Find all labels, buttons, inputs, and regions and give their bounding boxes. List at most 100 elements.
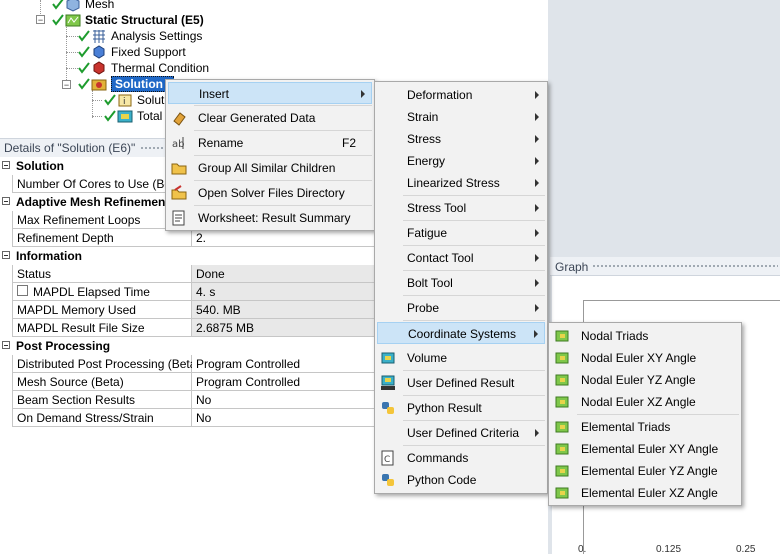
collapse-icon[interactable] bbox=[2, 161, 10, 169]
graph-title-bar: Graph bbox=[550, 257, 780, 276]
tree-node-thermal-condition[interactable]: Thermal Condition bbox=[78, 60, 209, 76]
menu-item-commands[interactable]: C Commands bbox=[377, 447, 545, 469]
parameter-checkbox[interactable] bbox=[17, 285, 28, 296]
tree-node-static-structural[interactable]: Static Structural (E5) bbox=[52, 12, 204, 28]
menu-item-bolt-tool[interactable]: Bolt Tool bbox=[377, 272, 545, 294]
property-value[interactable]: No bbox=[192, 391, 382, 409]
section-title: Solution bbox=[16, 159, 64, 173]
submenu-arrow-icon bbox=[535, 429, 539, 437]
details-row: Beam Section Results No bbox=[0, 391, 382, 409]
euler-angle-icon bbox=[555, 465, 569, 477]
details-row: Distributed Post Processing (Beta) Progr… bbox=[0, 355, 382, 373]
details-title: Details of "Solution (E6)" bbox=[4, 141, 136, 155]
open-folder-icon bbox=[171, 185, 187, 200]
tree-node-label: Static Structural (E5) bbox=[85, 13, 204, 27]
info-icon: i bbox=[118, 94, 132, 107]
menu-item-nodal-euler-yz-angle[interactable]: Nodal Euler YZ Angle bbox=[551, 369, 739, 391]
property-value[interactable]: Program Controlled bbox=[192, 355, 382, 373]
collapse-toggle[interactable]: − bbox=[62, 80, 71, 90]
menu-item-insert[interactable]: Insert bbox=[168, 82, 372, 104]
menu-item-nodal-euler-xz-angle[interactable]: Nodal Euler XZ Angle bbox=[551, 391, 739, 413]
check-icon bbox=[78, 30, 90, 42]
property-label: MAPDL Result File Size bbox=[12, 319, 192, 337]
menu-item-volume[interactable]: Volume bbox=[377, 347, 545, 369]
python-code-icon bbox=[382, 474, 394, 486]
svg-text:i: i bbox=[123, 97, 126, 107]
menu-item-elemental-euler-yz-angle[interactable]: Elemental Euler YZ Angle bbox=[551, 460, 739, 482]
collapse-icon[interactable] bbox=[2, 341, 10, 349]
tree-node-label: Mesh bbox=[85, 0, 115, 11]
svg-text:C: C bbox=[384, 455, 390, 465]
menu-item-linearized-stress[interactable]: Linearized Stress bbox=[377, 172, 545, 194]
triad-icon bbox=[555, 330, 569, 342]
section-title: Post Processing bbox=[16, 339, 111, 353]
rename-icon: ab bbox=[172, 137, 184, 150]
property-value[interactable]: 2. bbox=[192, 229, 382, 247]
check-icon bbox=[78, 78, 90, 90]
tree-node-label: Thermal Condition bbox=[111, 61, 210, 75]
graph-tick: 0. bbox=[578, 544, 587, 555]
menu-item-elemental-euler-xy-angle[interactable]: Elemental Euler XY Angle bbox=[551, 438, 739, 460]
menu-item-coordinate-systems[interactable]: Coordinate Systems bbox=[377, 322, 545, 344]
menu-item-energy[interactable]: Energy bbox=[377, 150, 545, 172]
menu-item-group-all-similar-children[interactable]: Group All Similar Children bbox=[168, 157, 372, 179]
menu-item-elemental-euler-xz-angle[interactable]: Elemental Euler XZ Angle bbox=[551, 482, 739, 504]
property-value: 2.6875 MB bbox=[192, 319, 382, 337]
submenu-arrow-icon bbox=[535, 157, 539, 165]
menu-item-nodal-euler-xy-angle[interactable]: Nodal Euler XY Angle bbox=[551, 347, 739, 369]
solution-icon bbox=[91, 79, 107, 90]
section-title: Adaptive Mesh Refinement bbox=[16, 195, 170, 209]
details-row: MAPDL Elapsed Time 4. s bbox=[0, 283, 382, 301]
section-title: Information bbox=[16, 249, 82, 263]
menu-item-python-result[interactable]: Python Result bbox=[377, 397, 545, 419]
property-label: On Demand Stress/Strain bbox=[12, 409, 192, 427]
details-row: On Demand Stress/Strain No bbox=[0, 409, 382, 427]
property-value[interactable]: Program Controlled bbox=[192, 373, 382, 391]
check-icon bbox=[52, 0, 64, 10]
menu-item-user-defined-result[interactable]: User Defined Result bbox=[377, 372, 545, 394]
menu-item-python-code[interactable]: Python Code bbox=[377, 469, 545, 491]
tree-node-fixed-support[interactable]: Fixed Support bbox=[78, 44, 186, 60]
menu-item-stress-tool[interactable]: Stress Tool bbox=[377, 197, 545, 219]
submenu-arrow-icon bbox=[535, 113, 539, 121]
menu-item-contact-tool[interactable]: Contact Tool bbox=[377, 247, 545, 269]
menu-item-stress[interactable]: Stress bbox=[377, 128, 545, 150]
tree-node-solution[interactable]: Solution ( bbox=[78, 76, 175, 92]
euler-angle-icon bbox=[555, 374, 569, 386]
property-label: Beam Section Results bbox=[12, 391, 192, 409]
menu-item-probe[interactable]: Probe bbox=[377, 297, 545, 319]
submenu-arrow-icon bbox=[535, 229, 539, 237]
section-header-post-processing[interactable]: Post Processing bbox=[0, 337, 382, 355]
triad-icon bbox=[555, 421, 569, 433]
collapse-icon[interactable] bbox=[2, 197, 10, 205]
tree-node-label: Fixed Support bbox=[111, 45, 186, 59]
tree-node-solution-information[interactable]: i Solutio bbox=[104, 92, 174, 108]
eraser-icon bbox=[173, 112, 186, 126]
euler-angle-icon bbox=[555, 443, 569, 455]
fixed-support-icon bbox=[93, 44, 105, 59]
menu-item-worksheet-result-summary[interactable]: Worksheet: Result Summary bbox=[168, 207, 372, 229]
menu-item-elemental-triads[interactable]: Elemental Triads bbox=[551, 416, 739, 438]
collapse-icon[interactable] bbox=[2, 251, 10, 259]
worksheet-icon bbox=[172, 210, 185, 226]
menu-item-clear-generated-data[interactable]: Clear Generated Data bbox=[168, 107, 372, 129]
tree-node-analysis-settings[interactable]: Analysis Settings bbox=[78, 28, 202, 44]
collapse-toggle[interactable]: − bbox=[36, 15, 45, 25]
section-header-information[interactable]: Information bbox=[0, 247, 382, 265]
property-label: Status bbox=[12, 265, 192, 283]
folder-icon bbox=[171, 163, 187, 175]
check-icon bbox=[78, 46, 90, 58]
property-value[interactable]: No bbox=[192, 409, 382, 427]
tree-node-total-deformation[interactable]: Total D bbox=[104, 108, 174, 124]
user-result-icon bbox=[381, 375, 395, 390]
tree-node-mesh[interactable]: Mesh bbox=[52, 0, 114, 12]
menu-item-nodal-triads[interactable]: Nodal Triads bbox=[551, 325, 739, 347]
menu-item-rename[interactable]: ab Rename F2 bbox=[168, 132, 372, 154]
menu-item-user-defined-criteria[interactable]: User Defined Criteria bbox=[377, 422, 545, 444]
menu-item-fatigue[interactable]: Fatigue bbox=[377, 222, 545, 244]
mesh-icon bbox=[66, 0, 80, 12]
menu-item-strain[interactable]: Strain bbox=[377, 106, 545, 128]
menu-item-open-solver-files-directory[interactable]: Open Solver Files Directory bbox=[168, 182, 372, 204]
menu-item-deformation[interactable]: Deformation bbox=[377, 84, 545, 106]
insert-submenu: Deformation Strain Stress Energy Lineari… bbox=[374, 81, 548, 494]
